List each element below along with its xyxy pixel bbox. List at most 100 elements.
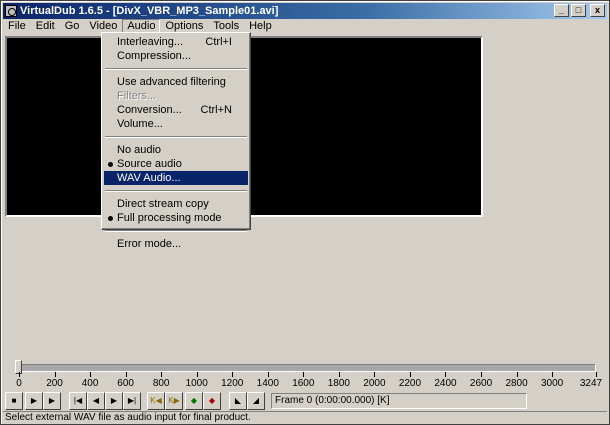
play-output-button[interactable]: ▶ [43,392,61,410]
output-video-pane[interactable] [249,36,483,217]
mark-out-button[interactable]: ◢ [247,392,265,410]
menu-item-compression[interactable]: Compression... [104,49,248,63]
timeline-tick [19,372,20,377]
stop-icon: ■ [11,396,17,405]
app-window: VirtualDub 1.6.5 - [DivX_VBR_MP3_Sample0… [0,0,610,425]
play-input-button[interactable]: ▶ [25,392,43,410]
close-button[interactable]: x [590,4,605,17]
timeline-tick [445,372,447,377]
go-start-icon: |◀ [73,396,83,405]
next-frame-icon: ▶ [110,396,118,405]
timeline-tick-label: 2600 [469,378,493,389]
menu-item-volume[interactable]: Volume... [104,117,248,131]
timeline-tick-label: 1200 [221,378,244,389]
menu-go[interactable]: Go [60,19,85,33]
menu-item-label: Compression... [117,50,191,62]
title-bar[interactable]: VirtualDub 1.6.5 - [DivX_VBR_MP3_Sample0… [3,3,607,19]
menu-separator [105,190,247,192]
menu-options[interactable]: Options [160,19,208,33]
prev-keyframe-button[interactable]: K◀ [147,392,165,410]
menu-item-advanced-filtering[interactable]: Use advanced filtering [104,75,248,89]
menu-tools[interactable]: Tools [208,19,244,33]
timeline-tick [125,372,127,377]
menu-item-wav-audio[interactable]: WAV Audio... [104,171,248,185]
play-input-icon: ▶ [30,396,38,405]
go-end-icon: ▶| [127,396,137,405]
timeline-tick [90,372,92,377]
menu-item-label: Use advanced filtering [117,76,226,88]
timeline-tick [161,372,163,377]
timeline-tick-label: 2800 [505,378,528,389]
timeline-tick-label: 1800 [327,378,350,389]
timeline-tick-label: 600 [117,378,134,389]
menu-item-label: Direct stream copy [117,198,209,210]
menu-item-source-audio[interactable]: Source audio [104,157,248,171]
prev-scene-button[interactable]: ◆ [185,392,203,410]
timeline-tick-label: 3247 [579,378,603,389]
menu-item-full-processing[interactable]: Full processing mode [104,211,248,225]
menu-item-error-mode[interactable]: Error mode... [104,237,248,251]
menu-item-label: Error mode... [117,238,182,250]
menu-item-label: WAV Audio... [117,172,181,184]
timeline-tick [516,372,518,377]
menu-item-label: Volume... [117,118,163,130]
timeline-tick-label: 800 [152,378,170,389]
prev-keyframe-icon: K◀ [150,396,162,405]
menu-item-label: Filters... [117,90,157,102]
next-scene-button[interactable]: ◆ [203,392,221,410]
timeline-track[interactable] [15,364,596,372]
menu-item-label: Interleaving... [117,36,184,48]
next-frame-button[interactable]: ▶ [105,392,123,410]
menu-item-shortcut: Ctrl+N [200,104,232,116]
menu-edit[interactable]: Edit [31,19,60,33]
menu-item-label: Full processing mode [117,212,222,224]
menu-file[interactable]: File [3,19,31,33]
next-keyframe-button[interactable]: K▶ [165,392,183,410]
timeline-tick [54,372,56,377]
prev-frame-button[interactable]: ◀ [87,392,105,410]
play-output-icon: ▶ [48,396,56,405]
menu-video[interactable]: Video [84,19,122,33]
timeline-tick-label: 1000 [185,378,208,389]
minimize-button[interactable]: _ [554,4,569,17]
go-start-button[interactable]: |◀ [69,392,87,410]
timeline-tick-label: 2400 [434,378,457,389]
timeline-tick [196,372,198,377]
menu-separator [105,136,247,138]
timeline-tick [338,372,340,377]
next-scene-icon: ◆ [208,396,216,405]
timeline-tick-label: 0 [16,378,22,389]
timeline-tick-label: 2000 [363,378,386,389]
stop-button[interactable]: ■ [5,392,23,410]
menu-item-no-audio[interactable]: No audio [104,143,248,157]
menu-item-filters: Filters... [104,89,248,103]
timeline-tick [303,372,305,377]
menu-item-interleaving[interactable]: Interleaving... Ctrl+I [104,35,248,49]
timeline-tick [596,372,597,377]
menu-item-conversion[interactable]: Conversion... Ctrl+N [104,103,248,117]
timeline-tick [267,372,269,377]
timeline-tick [552,372,554,377]
timeline-tick-label: 1600 [292,378,315,389]
timeline-tick [374,372,376,377]
menu-bar: File Edit Go Video Audio Options Tools H… [3,19,607,33]
mark-in-button[interactable]: ◣ [229,392,247,410]
menu-item-shortcut: Ctrl+I [205,36,232,48]
maximize-button[interactable]: □ [571,4,586,17]
radio-dot-icon [108,216,113,221]
menu-audio[interactable]: Audio [122,19,161,33]
go-end-button[interactable]: ▶| [123,392,141,410]
audio-menu-dropdown: Interleaving... Ctrl+I Compression... Us… [101,32,251,250]
app-icon[interactable] [5,5,17,17]
timeline-tick [481,372,483,377]
radio-dot-icon [108,162,113,167]
menu-help[interactable]: Help [244,19,277,33]
timeline-tick-label: 3000 [540,378,564,389]
timeline-tick-label: 200 [46,378,63,389]
window-title: VirtualDub 1.6.5 - [DivX_VBR_MP3_Sample0… [20,5,279,17]
mark-out-icon: ◢ [252,396,260,405]
status-bar: Select external WAV file as audio input … [3,411,607,424]
menu-item-direct-stream-copy[interactable]: Direct stream copy [104,197,248,211]
menu-separator [105,68,247,70]
menu-item-label: Source audio [117,158,182,170]
